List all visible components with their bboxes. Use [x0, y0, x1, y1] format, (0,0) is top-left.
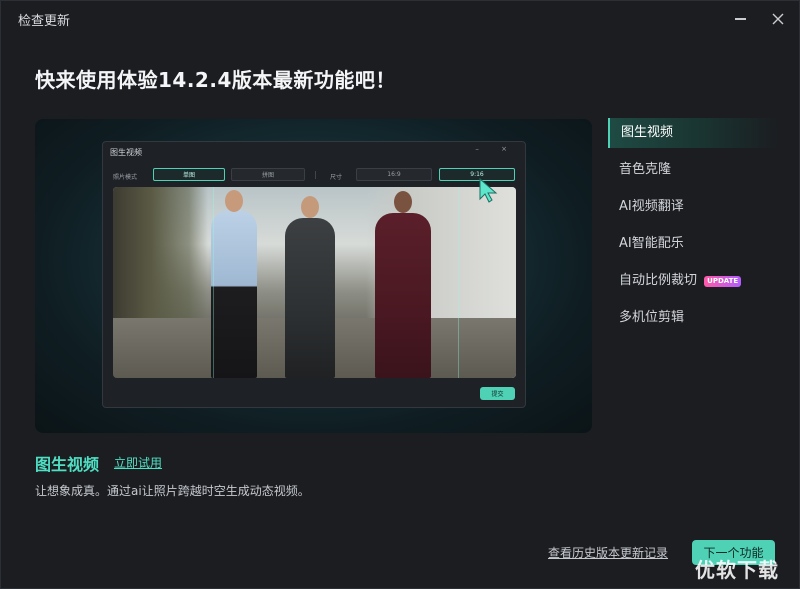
- feature-item-voice-clone[interactable]: 音色克隆: [608, 155, 778, 192]
- preview-submit-label: 提交: [491, 391, 504, 398]
- feature-item-ai-music[interactable]: AI智能配乐: [608, 229, 778, 266]
- update-badge: UPDATE: [704, 276, 742, 287]
- preview-options-row: 照片模式 单图 拼图 尺寸 16:9 9:16: [103, 168, 527, 182]
- feature-item-ai-video-translate[interactable]: AI视频翻译: [608, 192, 778, 229]
- title-bar: 检查更新: [1, 1, 800, 37]
- close-icon: [772, 13, 784, 25]
- preview-submit-button: 提交: [480, 387, 515, 400]
- preview-ratio-16-9: 16:9: [356, 168, 432, 181]
- preview-ratio-9-16: 9:16: [439, 168, 515, 181]
- feature-description: 让想象成真。通过ai让照片跨越时空生成动态视频。: [35, 484, 310, 498]
- preview-mode-collage: 拼图: [231, 168, 305, 181]
- try-now-link[interactable]: 立即试用: [114, 454, 162, 471]
- feature-title: 图生视频: [35, 455, 100, 474]
- preview-photo-mode-label: 照片模式: [113, 174, 138, 181]
- preview-divider: [315, 171, 316, 179]
- close-button[interactable]: [765, 7, 791, 31]
- feature-item-multicam[interactable]: 多机位剪辑: [608, 303, 778, 340]
- window-title: 检查更新: [18, 14, 71, 29]
- watermark: 优软下载: [695, 558, 779, 582]
- feature-preview: 图生视频 – × 照片模式 单图 拼图 尺寸 16:9 9:16 提交: [35, 119, 592, 433]
- headline: 快来使用体验14.2.4版本最新功能吧！: [35, 68, 396, 92]
- feature-item-label: AI视频翻译: [619, 199, 684, 214]
- preview-size-label: 尺寸: [330, 174, 343, 181]
- minimize-button[interactable]: [727, 7, 753, 31]
- preview-mode-single: 单图: [153, 168, 225, 181]
- feature-item-label: AI智能配乐: [619, 236, 684, 251]
- preview-mode-collage-label: 拼图: [261, 172, 274, 179]
- version-history-link[interactable]: 查看历史版本更新记录: [548, 544, 668, 561]
- feature-item-image-to-video[interactable]: 图生视频: [608, 118, 778, 148]
- update-dialog: 检查更新 快来使用体验14.2.4版本最新功能吧！ 图生视频 – × 照片模式 …: [0, 0, 800, 589]
- preview-window-title: 图生视频: [110, 148, 142, 157]
- feature-item-label: 多机位剪辑: [619, 310, 685, 325]
- feature-item-label: 音色克隆: [619, 162, 672, 177]
- preview-photo: [113, 187, 516, 378]
- feature-item-auto-reframe[interactable]: 自动比例裁切 UPDATE: [608, 266, 778, 303]
- preview-mode-single-label: 单图: [182, 172, 195, 179]
- feature-item-label: 自动比例裁切: [619, 273, 698, 288]
- feature-item-label: 图生视频: [621, 125, 674, 140]
- preview-window-controls: – ×: [475, 145, 517, 153]
- feature-list: 图生视频 音色克隆 AI视频翻译 AI智能配乐 自动比例裁切 UPDATE 多机…: [608, 118, 778, 340]
- crop-frame-overlay: [213, 187, 459, 378]
- minimize-icon: [734, 18, 746, 20]
- preview-ratio-16-9-label: 16:9: [387, 171, 401, 178]
- preview-app-window: 图生视频 – × 照片模式 单图 拼图 尺寸 16:9 9:16 提交: [102, 141, 526, 408]
- pointer-cursor-icon: [479, 177, 498, 203]
